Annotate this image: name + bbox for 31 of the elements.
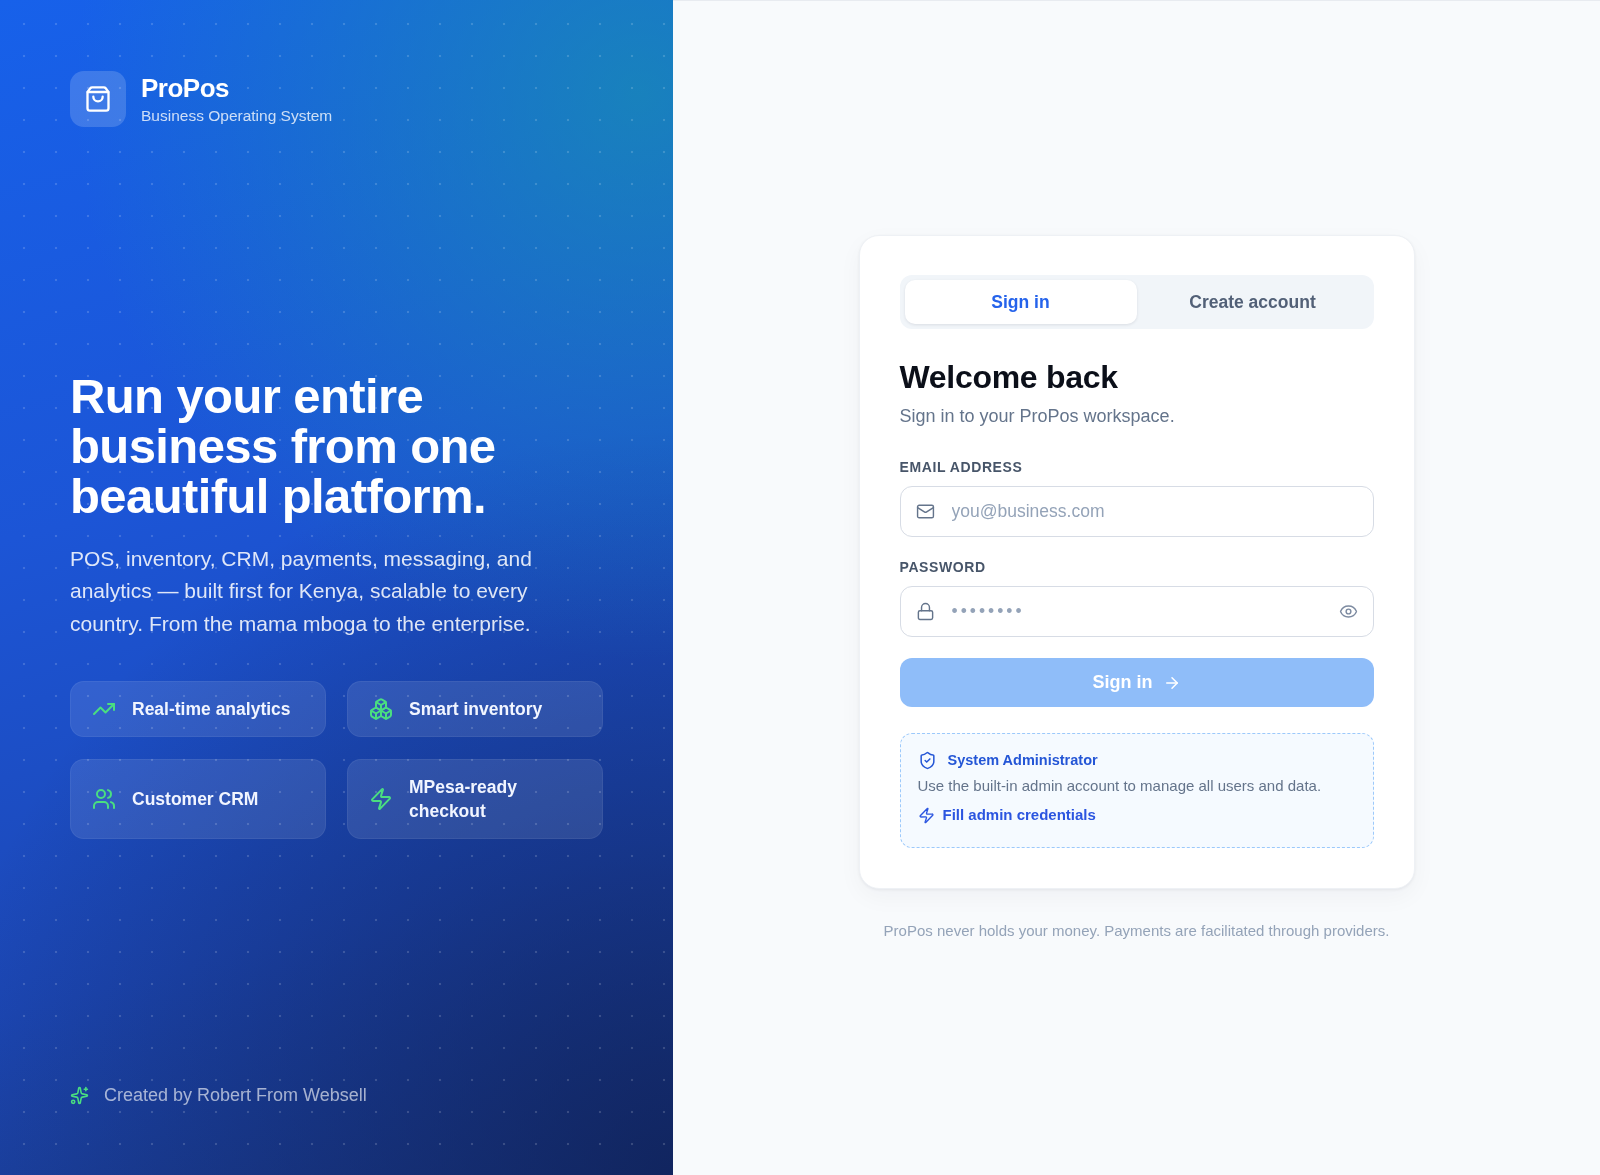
feature-label: Real-time analytics <box>132 698 291 722</box>
shield-check-icon <box>917 750 937 770</box>
fill-credentials-link[interactable]: Fill admin credentials <box>917 805 1096 825</box>
eye-icon[interactable] <box>1338 602 1358 621</box>
feature-label: Customer CRM <box>132 788 259 812</box>
field-label: EMAIL ADDRESS <box>899 458 1024 476</box>
lightning-icon <box>369 787 393 812</box>
form-subtitle: Sign in to your ProPos workspace. <box>899 405 1176 428</box>
sparkles-icon <box>70 1085 89 1105</box>
hero-description: POS, inventory, CRM, payments, messaging, and analytics — built first for Kenya, scalable to every country. From the mama mboga to the enterprise. <box>70 545 533 637</box>
admin-hint-description: Use the built-in admin account to manage all users and data. <box>917 776 1322 796</box>
password-field[interactable]: •••••••• <box>899 586 1374 637</box>
email-field[interactable]: you@business.com <box>899 486 1374 537</box>
footnote: ProPos never holds your money. Payments are facilitated through providers. <box>883 921 1390 941</box>
brand-tagline: Business Operating System <box>141 105 333 126</box>
brand-name: ProPos <box>141 72 231 103</box>
envelope-icon <box>915 502 935 521</box>
field-label: PASSWORD <box>899 558 987 576</box>
feature-label: Smart inventory <box>409 698 543 722</box>
lock-icon <box>915 602 935 621</box>
hero-headline: Run your entire business from one beautiful platform. <box>70 370 497 521</box>
credit-text: Created by Robert From Websell <box>104 1084 367 1107</box>
shopping-bag-icon <box>70 71 126 127</box>
admin-hint-title: System Administrator <box>947 751 1098 770</box>
tab[interactable]: Create account <box>1136 280 1369 324</box>
form-title: Welcome back <box>899 358 1119 396</box>
feature-label: MPesa-ready checkout <box>409 776 518 824</box>
tab[interactable]: Sign in <box>904 280 1137 324</box>
lightning-icon <box>917 806 935 824</box>
people-icon <box>92 787 116 812</box>
cubes-icon <box>369 697 393 722</box>
